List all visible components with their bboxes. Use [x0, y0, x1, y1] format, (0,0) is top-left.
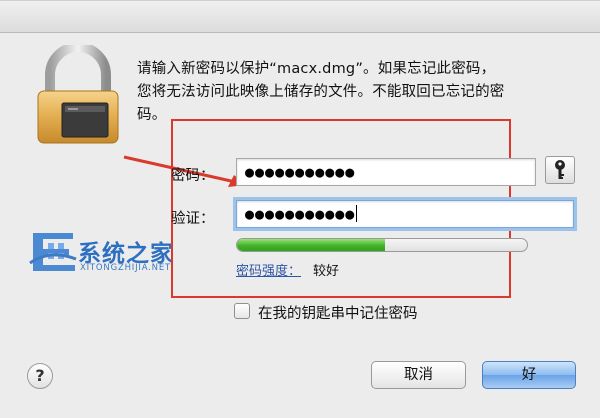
- message-line-2: 您将无法访问此映像上储存的文件。不能取回已忘记的密: [137, 84, 505, 100]
- dialog-title-bar: [0, 1, 600, 33]
- text-caret: [356, 205, 358, 222]
- set-password-dialog: 请输入新密码以保护“macx.dmg”。如果忘记此密码， 您将无法访问此映像上储…: [0, 0, 600, 418]
- help-button[interactable]: ?: [27, 363, 53, 389]
- verify-label: 验证：: [171, 211, 215, 227]
- lock-icon: [37, 45, 119, 144]
- key-icon: [555, 160, 565, 179]
- password-strength-link[interactable]: 密码强度：: [236, 260, 301, 279]
- remember-in-keychain-checkbox[interactable]: [234, 303, 250, 319]
- password-label: 密码：: [171, 168, 215, 184]
- password-value: ●●●●●●●●●●●: [245, 163, 356, 181]
- dialog-message: 请输入新密码以保护“macx.dmg”。如果忘记此密码， 您将无法访问此映像上储…: [137, 58, 577, 127]
- password-assistant-button[interactable]: [545, 156, 575, 184]
- watermark-subtitle: XITONGZHIJIA.NET: [80, 263, 171, 273]
- password-field[interactable]: ●●●●●●●●●●●: [236, 158, 536, 186]
- password-strength-value: 较好: [313, 264, 340, 279]
- cancel-button[interactable]: 取消: [371, 361, 466, 389]
- ok-button[interactable]: 好: [482, 361, 576, 389]
- message-line-1: 请输入新密码以保护“macx.dmg”。如果忘记此密码，: [137, 61, 496, 77]
- verify-field[interactable]: ●●●●●●●●●●●: [236, 200, 574, 228]
- password-strength-meter: [236, 238, 528, 252]
- verify-value: ●●●●●●●●●●●: [245, 205, 356, 223]
- password-strength-fill: [237, 239, 385, 251]
- remember-in-keychain-label[interactable]: 在我的钥匙串中记住密码: [258, 302, 418, 323]
